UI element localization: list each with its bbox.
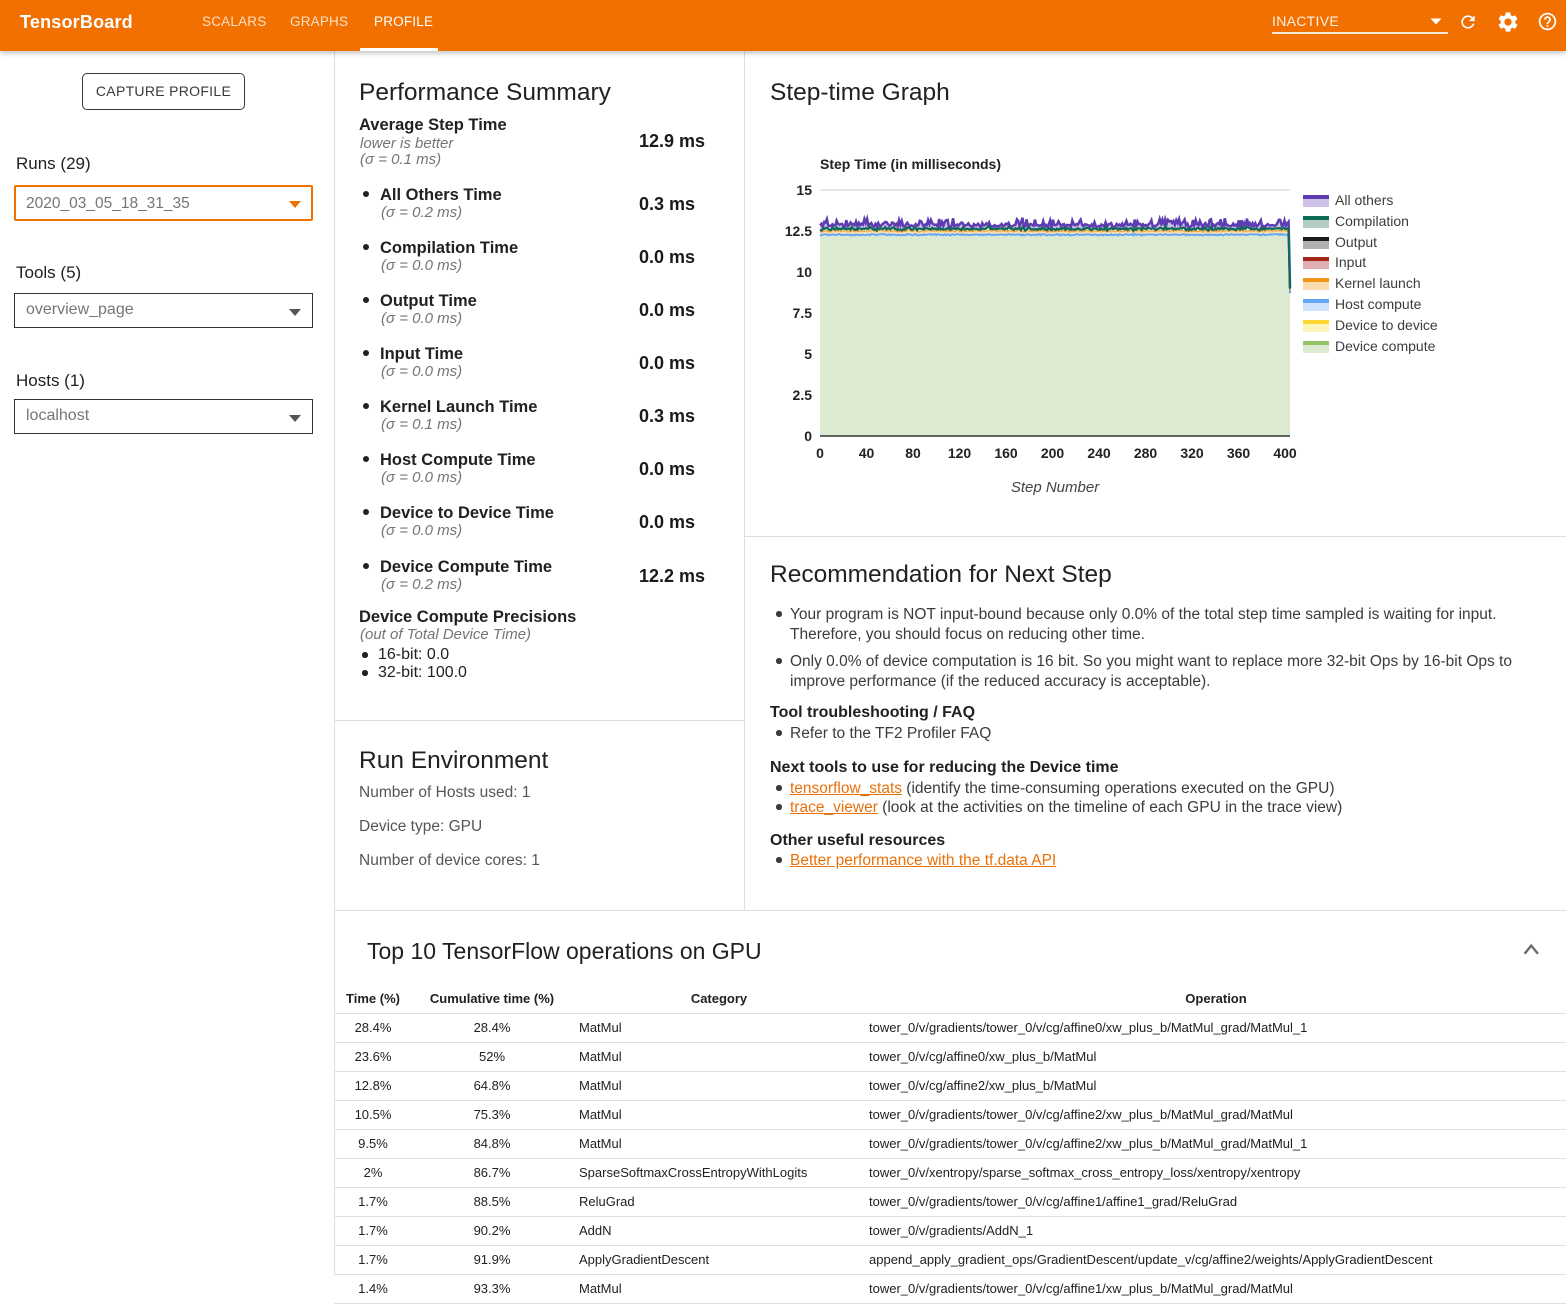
svg-text:120: 120 <box>948 445 972 461</box>
svg-text:400: 400 <box>1273 445 1297 461</box>
svg-text:40: 40 <box>859 445 875 461</box>
svg-text:5: 5 <box>804 346 812 362</box>
svg-text:200: 200 <box>1041 445 1065 461</box>
svg-text:2.5: 2.5 <box>793 387 813 403</box>
svg-text:240: 240 <box>1087 445 1111 461</box>
svg-text:Step Time (in milliseconds): Step Time (in milliseconds) <box>820 156 1001 172</box>
svg-text:360: 360 <box>1227 445 1251 461</box>
svg-text:0: 0 <box>804 428 812 444</box>
svg-text:0: 0 <box>816 445 824 461</box>
svg-text:320: 320 <box>1180 445 1204 461</box>
svg-text:12.5: 12.5 <box>785 223 812 239</box>
svg-text:10: 10 <box>796 264 812 280</box>
svg-text:7.5: 7.5 <box>793 305 813 321</box>
svg-text:160: 160 <box>994 445 1018 461</box>
svg-text:80: 80 <box>905 445 921 461</box>
svg-text:280: 280 <box>1134 445 1158 461</box>
svg-text:15: 15 <box>796 182 812 198</box>
svg-text:Step Number: Step Number <box>1011 479 1100 496</box>
